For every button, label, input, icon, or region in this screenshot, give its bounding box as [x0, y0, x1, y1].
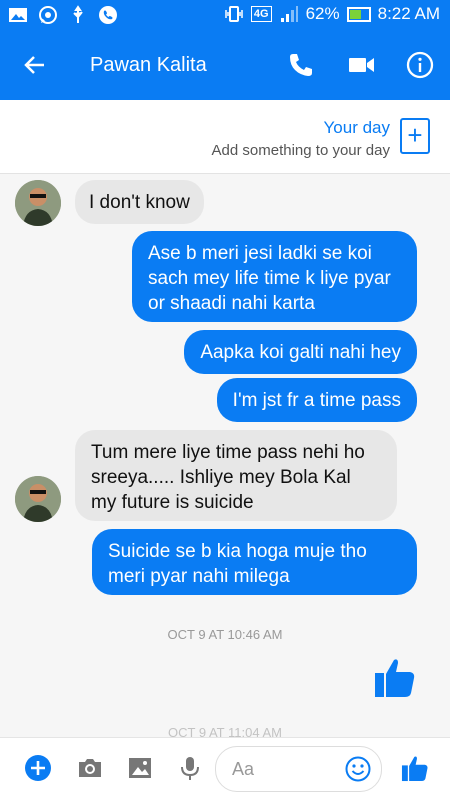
message-bubble-outgoing[interactable]: I'm jst fr a time pass	[216, 378, 417, 422]
clock: 8:22 AM	[377, 4, 440, 23]
contact-avatar[interactable]	[15, 476, 61, 522]
message-timestamp: OCT 9 AT 10:46 AM	[167, 627, 283, 642]
message-input[interactable]	[230, 757, 344, 781]
phone-call-icon[interactable]	[286, 50, 316, 80]
message-bubble-outgoing[interactable]: Suicide se b kia hoga muje tho meri pyar…	[92, 529, 417, 595]
image-gallery-icon[interactable]	[126, 754, 154, 782]
phone-notification-icon	[99, 6, 117, 24]
gallery-notification-icon	[9, 8, 27, 22]
your-day-subtitle: Add something to your day	[211, 142, 390, 159]
signal-icon	[280, 6, 298, 22]
your-day-title: Your day	[323, 118, 390, 137]
your-day-banner[interactable]: Your day Add something to your day +	[0, 100, 450, 174]
battery-percent: 62%	[305, 4, 340, 23]
microphone-icon[interactable]	[176, 754, 204, 782]
avatar-image	[15, 180, 61, 226]
thumbs-up-send-icon[interactable]	[400, 753, 430, 783]
battery-icon	[346, 6, 371, 22]
status-bar: 4G 62% 8:22 AM	[0, 0, 450, 30]
contact-avatar[interactable]	[15, 180, 61, 226]
info-icon[interactable]	[405, 50, 435, 80]
emoji-icon[interactable]	[345, 756, 371, 782]
message-bubble-incoming[interactable]: Tum mere liye time pass nehi ho sreeya..…	[75, 430, 397, 521]
back-arrow-icon[interactable]	[22, 52, 48, 78]
network-badge: 4G	[250, 6, 272, 22]
message-input-box[interactable]	[215, 746, 382, 792]
add-story-plus-icon[interactable]: +	[400, 118, 430, 154]
message-bubble-outgoing[interactable]: Aapka koi galti nahi hey	[184, 330, 417, 374]
avatar-image	[15, 476, 61, 522]
thumbs-up-sent-icon	[375, 659, 415, 697]
whatsapp-notification-icon	[39, 6, 57, 24]
vibrate-icon	[225, 6, 243, 22]
usb-icon	[73, 5, 83, 23]
more-actions-plus-icon[interactable]	[24, 754, 52, 782]
composer-bar	[0, 737, 450, 800]
conversation-header: Pawan Kalita	[0, 30, 450, 100]
camera-icon[interactable]	[76, 754, 104, 782]
message-bubble-outgoing[interactable]: Ase b meri jesi ladki se koi sach mey li…	[132, 231, 417, 322]
contact-name[interactable]: Pawan Kalita	[90, 54, 207, 77]
message-bubble-incoming[interactable]: I don't know	[75, 180, 204, 224]
video-call-icon[interactable]	[346, 50, 376, 80]
